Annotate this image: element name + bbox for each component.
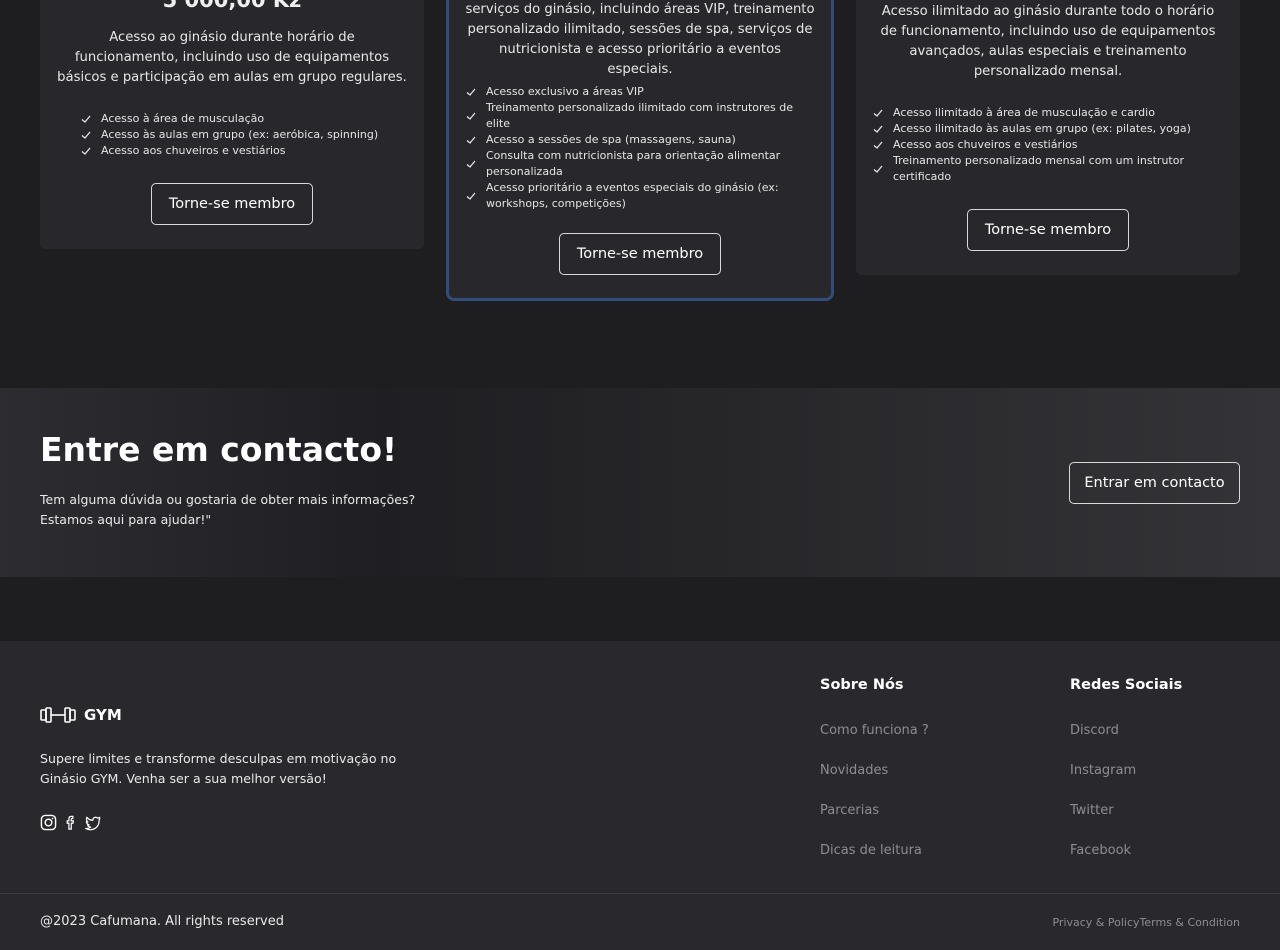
privacy-policy-link[interactable]: Privacy & Policy [1052, 916, 1139, 929]
plan-feature-list: Acesso à área de musculação Acesso às au… [80, 111, 378, 159]
contact-title: Entre em contacto! [40, 430, 398, 469]
plan-feature: Consulta com nutricionista para orientaç… [465, 148, 815, 180]
pricing-section: 5 000,00 Kz Acesso ao ginásio durante ho… [0, 0, 1280, 330]
plan-feature: Acesso às aulas em grupo (ex: aeróbica, … [80, 127, 378, 143]
footer-link-instagram[interactable]: Instagram [1070, 763, 1182, 779]
footer-link-news[interactable]: Novidades [820, 763, 929, 779]
plan-feature-text: Acesso exclusivo a áreas VIP [486, 85, 644, 98]
plan-feature: Acesso aos chuveiros e vestiários [80, 143, 378, 159]
plan-feature-text: Acesso aos chuveiros e vestiários [101, 144, 286, 157]
become-member-button[interactable]: Torne-se membro [151, 183, 313, 225]
plan-feature-text: Acesso ilimitado às aulas em grupo (ex: … [893, 122, 1191, 135]
plan-card-premium: Acesso ilimitado ao ginásio durante todo… [856, 0, 1240, 275]
plan-feature-text: Treinamento personalizado mensal com um … [893, 154, 1184, 183]
check-icon [465, 134, 479, 146]
footer-divider [0, 893, 1280, 894]
check-icon [872, 163, 886, 175]
footer-link-facebook[interactable]: Facebook [1070, 843, 1182, 859]
footer-logo[interactable]: GYM [40, 705, 122, 725]
check-icon [465, 190, 479, 202]
plan-feature-text: Acesso ilimitado à área de musculação e … [893, 106, 1155, 119]
plan-feature: Acesso prioritário a eventos especiais d… [465, 180, 815, 212]
brand-name: GYM [84, 706, 122, 724]
plan-feature: Acesso ilimitado às aulas em grupo (ex: … [872, 121, 1222, 137]
footer-about-title: Sobre Nós [820, 677, 904, 693]
check-icon [465, 158, 479, 170]
footer-about-column: Sobre Nós Como funciona ? Novidades Parc… [820, 677, 929, 883]
plan-feature-text: Acesso aos chuveiros e vestiários [893, 138, 1078, 151]
footer-tagline: Supere limites e transforme desculpas em… [40, 751, 397, 786]
check-icon [872, 107, 886, 119]
contact-subtitle: Tem alguma dúvida ou gostaria de obter m… [40, 492, 416, 527]
plan-feature-text: Consulta com nutricionista para orientaç… [486, 149, 781, 178]
plan-feature: Acesso à área de musculação [80, 111, 378, 127]
plan-card-basic: 5 000,00 Kz Acesso ao ginásio durante ho… [40, 0, 424, 249]
facebook-icon[interactable] [62, 813, 84, 831]
check-icon [80, 145, 94, 157]
dumbbell-icon [40, 707, 76, 723]
footer-link-how-it-works[interactable]: Como funciona ? [820, 723, 929, 739]
plan-description: Acesso ilimitado ao ginásio durante todo… [880, 4, 1216, 79]
plan-feature-list: Acesso exclusivo a áreas VIP Treinamento… [465, 84, 815, 212]
plan-feature: Treinamento personalizado mensal com um … [872, 153, 1222, 185]
plan-feature-text: Acesso prioritário a eventos especiais d… [486, 181, 779, 210]
plan-feature-text: Acesso a sessões de spa (massagens, saun… [486, 133, 736, 146]
twitter-icon[interactable] [84, 813, 106, 831]
footer-link-twitter[interactable]: Twitter [1070, 803, 1182, 819]
plan-feature: Acesso aos chuveiros e vestiários [872, 137, 1222, 153]
plan-feature-text: Treinamento personalizado ilimitado com … [486, 101, 794, 130]
plan-feature-text: Acesso à área de musculação [101, 112, 265, 125]
check-icon [872, 123, 886, 135]
contact-banner: Entre em contacto! Tem alguma dúvida ou … [0, 388, 1280, 577]
check-icon [80, 129, 94, 141]
footer-link-discord[interactable]: Discord [1070, 723, 1182, 739]
terms-link[interactable]: Terms & Condition [1140, 916, 1240, 929]
instagram-icon[interactable] [40, 813, 62, 831]
check-icon [465, 110, 479, 122]
check-icon [872, 139, 886, 151]
footer-link-partners[interactable]: Parcerias [820, 803, 929, 819]
footer-social-icons [40, 813, 106, 831]
plan-card-vip: serviços do ginásio, incluindo áreas VIP… [446, 0, 834, 301]
plan-description: serviços do ginásio, incluindo áreas VIP… [465, 2, 815, 77]
copyright: @2023 Cafumana. All rights reserved [40, 914, 284, 929]
plan-feature-list: Acesso ilimitado à área de musculação e … [872, 105, 1222, 185]
plan-price: 5 000,00 Kz [162, 0, 302, 12]
become-member-button[interactable]: Torne-se membro [559, 233, 721, 275]
footer-social-title: Redes Sociais [1070, 677, 1183, 693]
plan-feature-text: Acesso às aulas em grupo (ex: aeróbica, … [101, 128, 379, 141]
footer-social-column: Redes Sociais Discord Instagram Twitter … [1070, 677, 1182, 883]
legal-links: Privacy & Policy Terms & Condition [1052, 916, 1240, 929]
footer: GYM Supere limites e transforme desculpa… [0, 641, 1280, 950]
contact-button[interactable]: Entrar em contacto [1069, 462, 1240, 504]
plan-feature: Acesso ilimitado à área de musculação e … [872, 105, 1222, 121]
plan-description: Acesso ao ginásio durante horário de fun… [57, 30, 407, 85]
check-icon [465, 86, 479, 98]
plan-feature: Acesso exclusivo a áreas VIP [465, 84, 815, 100]
check-icon [80, 113, 94, 125]
footer-link-reading-tips[interactable]: Dicas de leitura [820, 843, 929, 859]
plan-feature: Acesso a sessões de spa (massagens, saun… [465, 132, 815, 148]
become-member-button[interactable]: Torne-se membro [967, 209, 1129, 251]
plan-feature: Treinamento personalizado ilimitado com … [465, 100, 815, 132]
